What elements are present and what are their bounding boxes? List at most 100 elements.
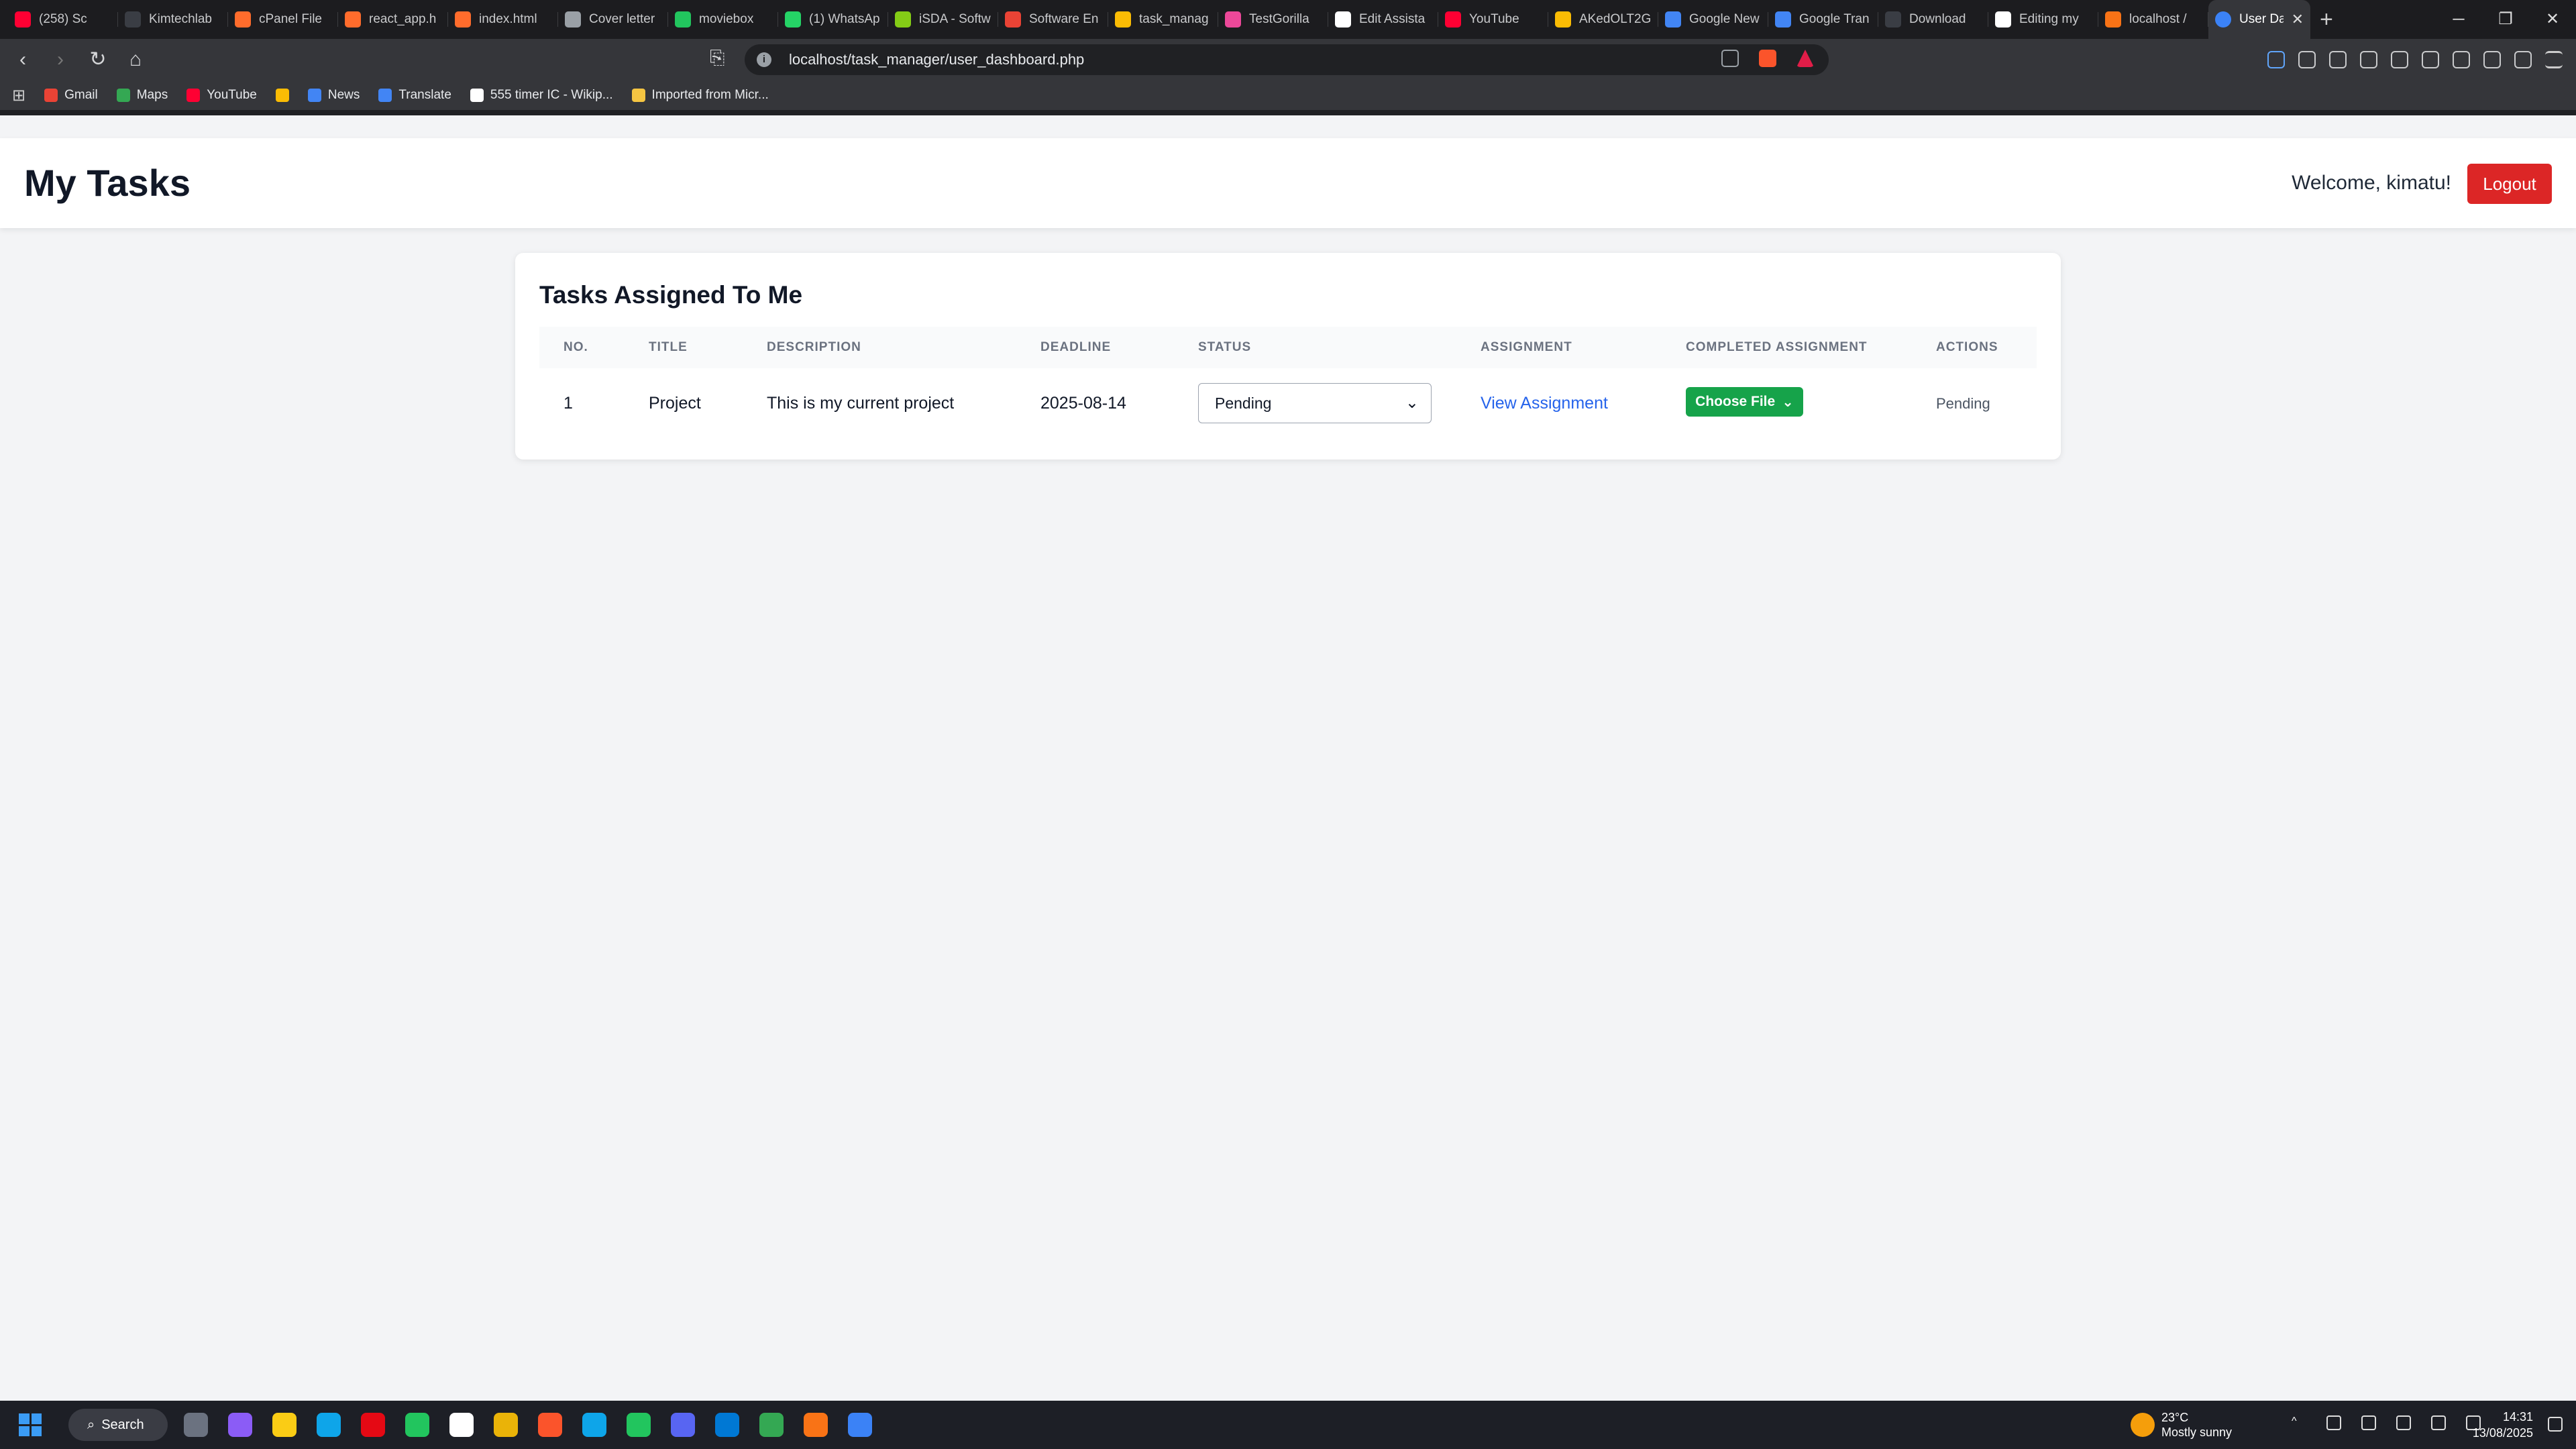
notifications-icon[interactable] (2548, 1417, 2563, 1432)
reload-icon[interactable]: ↻ (83, 45, 113, 74)
browser-tab[interactable]: moviebox (668, 0, 778, 39)
volume-icon[interactable] (2431, 1415, 2446, 1430)
choose-file-button[interactable]: Choose File ⌄ (1686, 387, 1803, 417)
tab-label: User Da (2239, 12, 2284, 26)
weather-icon[interactable] (2131, 1413, 2155, 1437)
apps-grid-icon[interactable]: ⊞ (12, 86, 25, 105)
forward-icon[interactable]: › (46, 45, 75, 74)
close-icon[interactable]: ✕ (2529, 0, 2576, 39)
wallet-icon[interactable] (2453, 51, 2470, 68)
browser-tab[interactable]: task_manag (1108, 0, 1218, 39)
brave-rewards-icon[interactable] (1796, 50, 1814, 67)
taskbar-app-icon[interactable] (272, 1413, 297, 1437)
browser-tab[interactable]: Kimtechlab (118, 0, 228, 39)
browser-tab[interactable]: index.html (448, 0, 558, 39)
taskbar-app-icon[interactable] (361, 1413, 385, 1437)
logout-button[interactable]: Logout (2467, 164, 2552, 204)
share-icon[interactable] (1721, 50, 1739, 67)
browser-tab[interactable]: YouTube (1438, 0, 1548, 39)
bookmark-item[interactable]: Maps (116, 88, 168, 103)
column-header-actions: ACTIONS (1936, 340, 1998, 354)
bookmark-item[interactable]: YouTube (186, 88, 257, 103)
sidebar-icon[interactable] (2422, 51, 2439, 68)
taskbar-app-icon[interactable] (494, 1413, 518, 1437)
new-tab-button[interactable]: + (2320, 7, 2333, 33)
browser-tab[interactable]: AKedOLT2G (1548, 0, 1658, 39)
puzzle-icon[interactable] (2298, 51, 2316, 68)
taskbar-app-icon[interactable] (759, 1413, 784, 1437)
browser-tab[interactable]: Edit Assista (1328, 0, 1438, 39)
minimize-icon[interactable]: ─ (2435, 0, 2482, 39)
taskbar-app-icon[interactable] (804, 1413, 828, 1437)
weather-widget[interactable]: 23°C Mostly sunny (2161, 1410, 2232, 1440)
extension-icon[interactable] (2267, 51, 2285, 68)
bookmark-item[interactable]: Translate (378, 88, 451, 103)
tab-label: (1) WhatsAp (809, 12, 880, 26)
vpn-icon[interactable] (2514, 51, 2532, 68)
site-info-icon[interactable]: i (757, 52, 771, 67)
taskbar-app-icon[interactable] (582, 1413, 606, 1437)
bookmark-item[interactable]: Gmail (44, 88, 98, 103)
browser-tab[interactable]: iSDA - Softw (888, 0, 998, 39)
close-tab-icon[interactable]: ✕ (2292, 11, 2304, 28)
bookmark-item[interactable]: 555 timer IC - Wikip... (470, 88, 613, 103)
taskbar-app-icon[interactable] (184, 1413, 208, 1437)
column-header-description: DESCRIPTION (767, 340, 861, 354)
menu-icon[interactable] (2545, 51, 2563, 68)
taskbar-app-icon[interactable] (715, 1413, 739, 1437)
bookmark-item[interactable] (275, 89, 289, 102)
bookmark-icon[interactable]: ⎘ (710, 47, 724, 69)
tab-favicon-icon (125, 11, 141, 28)
bookmark-item[interactable]: News (307, 88, 360, 103)
taskbar-app-icon[interactable] (671, 1413, 695, 1437)
welcome-message: Welcome, kimatu! (2292, 172, 2451, 194)
status-select[interactable]: Pending ⌄ (1198, 383, 1432, 423)
clock-time: 14:31 (2502, 1410, 2533, 1424)
browser-tab[interactable]: TestGorilla (1218, 0, 1328, 39)
back-icon[interactable]: ‹ (8, 45, 38, 74)
taskbar-app-icon[interactable] (848, 1413, 872, 1437)
bookmark-favicon-icon (116, 89, 130, 102)
browser-tab[interactable]: localhost / (2098, 0, 2208, 39)
download-icon[interactable] (2360, 51, 2377, 68)
browser-tab[interactable]: Download (1878, 0, 1988, 39)
browser-tab[interactable]: cPanel File (228, 0, 338, 39)
browser-tab[interactable]: (1) WhatsAp (778, 0, 888, 39)
browser-tab[interactable]: react_app.h (338, 0, 448, 39)
home-icon[interactable]: ⌂ (121, 45, 150, 74)
bookmark-label: Maps (136, 88, 168, 102)
tab-label: react_app.h (369, 12, 437, 26)
view-assignment-link[interactable]: View Assignment (1481, 394, 1608, 413)
browser-tab-active[interactable]: User Da ✕ (2208, 0, 2310, 39)
screenshot-icon[interactable] (2329, 51, 2347, 68)
brave-shields-icon[interactable] (1759, 50, 1776, 67)
browser-tab[interactable]: Google New (1658, 0, 1768, 39)
windows-start-icon[interactable] (19, 1413, 42, 1436)
chevron-up-icon[interactable]: ^ (2292, 1415, 2306, 1430)
taskbar-app-icon[interactable] (405, 1413, 429, 1437)
browser-tab[interactable]: Software En (998, 0, 1108, 39)
tab-favicon-icon (1555, 11, 1571, 28)
address-bar[interactable]: i localhost/task_manager/user_dashboard.… (745, 44, 1829, 75)
browser-tab[interactable]: Cover letter (558, 0, 668, 39)
taskbar-search[interactable]: ⌕ Search (68, 1409, 168, 1441)
bookmark-item[interactable]: Imported from Micr... (631, 88, 769, 103)
task-title: Project (649, 394, 701, 413)
taskbar-app-icon[interactable] (449, 1413, 474, 1437)
tab-favicon-icon (1445, 11, 1461, 28)
table-header: NO. TITLE DESCRIPTION DEADLINE STATUS AS… (539, 327, 2037, 368)
taskbar-app-icon[interactable] (538, 1413, 562, 1437)
onedrive-icon[interactable] (2326, 1415, 2341, 1430)
music-icon[interactable] (2391, 51, 2408, 68)
restore-icon[interactable]: ❐ (2482, 0, 2529, 39)
network-icon[interactable] (2396, 1415, 2411, 1430)
taskbar-app-icon[interactable] (228, 1413, 252, 1437)
browser-tab[interactable]: Google Tran (1768, 0, 1878, 39)
clock[interactable]: 14:31 13/08/2025 (2473, 1409, 2533, 1441)
dropbox-icon[interactable] (2361, 1415, 2376, 1430)
browser-tab[interactable]: (258) Sc (8, 0, 118, 39)
leo-icon[interactable] (2483, 51, 2501, 68)
browser-tab[interactable]: Editing my (1988, 0, 2098, 39)
taskbar-app-icon[interactable] (627, 1413, 651, 1437)
taskbar-app-icon[interactable] (317, 1413, 341, 1437)
